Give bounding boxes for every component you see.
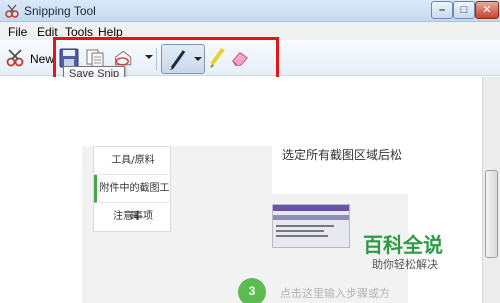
captured-nav-item: 注意事项 xyxy=(113,211,153,222)
captured-content-block: 选定所有截图区域后松 xyxy=(272,146,408,194)
mini-text-line xyxy=(276,225,334,227)
close-button[interactable]: ✕ xyxy=(475,1,499,19)
captured-nav-item: 工具/原料 xyxy=(94,147,172,175)
captured-content-text: 选定所有截图区域后松 xyxy=(282,148,403,162)
captured-mini-screenshot xyxy=(272,204,350,248)
minimize-button[interactable]: – xyxy=(431,1,453,19)
captured-nav-item-active: 附件中的截图工具 xyxy=(94,175,172,222)
mini-text-line xyxy=(276,235,328,237)
step-number-badge: 3 xyxy=(238,278,266,303)
scissors-icon xyxy=(6,49,24,67)
menu-file[interactable]: File xyxy=(8,25,27,39)
maximize-button[interactable]: □ xyxy=(453,1,475,19)
close-icon: ✕ xyxy=(482,4,492,16)
scrollbar-thumb[interactable] xyxy=(485,170,498,258)
watermark-title: 百科全说 xyxy=(363,233,443,257)
mini-title-bar xyxy=(273,205,349,211)
watermark-subtitle: 助你轻松解决 xyxy=(372,258,438,271)
vertical-scrollbar[interactable] xyxy=(482,77,500,303)
new-label: New xyxy=(30,52,55,66)
captured-step-text: 点击这里输入步骤或方 xyxy=(280,287,390,300)
scissors-app-icon xyxy=(5,4,19,18)
window-title: Snipping Tool xyxy=(24,4,96,18)
mini-text-line xyxy=(276,230,324,232)
title-bar: Snipping Tool – □ ✕ xyxy=(0,0,500,22)
mini-toolbar xyxy=(273,215,349,220)
maximize-icon: □ xyxy=(460,4,468,16)
minimize-icon: – xyxy=(438,4,446,16)
captured-nav-panel: 工具/原料 附件中的截图工具 注意事项 xyxy=(93,146,172,232)
